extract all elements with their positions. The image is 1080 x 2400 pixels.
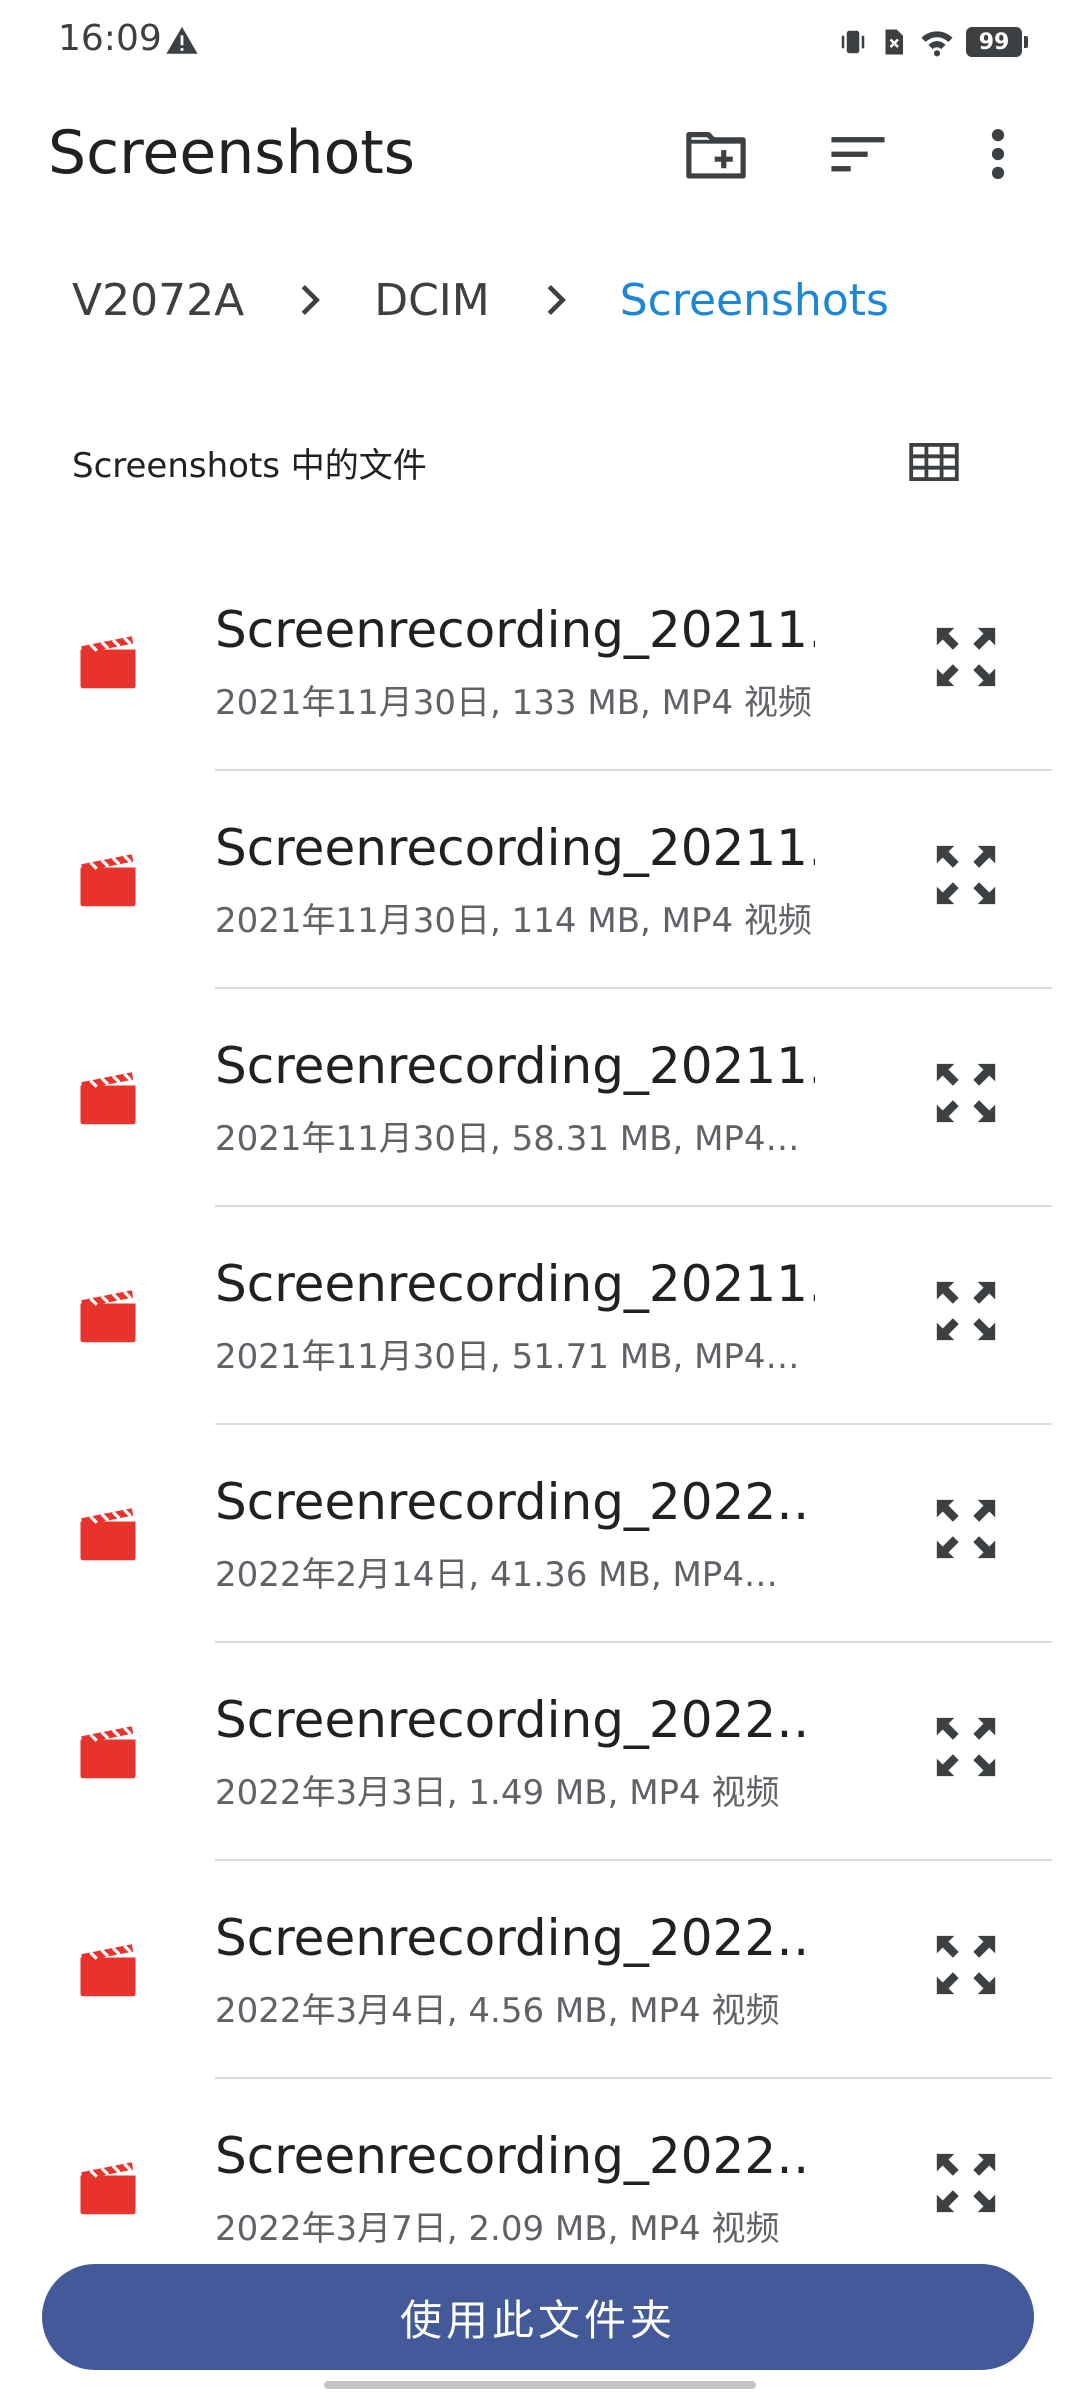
new-folder-icon <box>686 132 746 179</box>
grid-view-icon <box>909 443 959 481</box>
file-row[interactable]: Screenrecording_2022… 2022年3月4日, 4.56 MB,… <box>0 1861 1080 2079</box>
status-icons: 99 <box>838 22 1028 62</box>
file-row[interactable]: Screenrecording_20211… 2021年11月30日, 114 M… <box>0 771 1080 989</box>
expand-icon <box>936 845 996 905</box>
expand-icon <box>936 1935 996 1995</box>
preview-button[interactable] <box>928 619 1004 695</box>
file-details: 2021年11月30日, 51.71 MB, MP4… <box>215 1337 800 1377</box>
file-name: Screenrecording_20211… <box>215 601 815 659</box>
wifi-icon <box>921 31 953 57</box>
file-name: Screenrecording_20211… <box>215 1255 815 1313</box>
preview-button[interactable] <box>928 1055 1004 1131</box>
file-details: 2022年3月7日, 2.09 MB, MP4 视频 <box>215 2209 780 2249</box>
breadcrumb-item-current[interactable]: Screenshots <box>620 275 889 326</box>
home-indicator[interactable] <box>324 2381 756 2389</box>
file-details: 2022年3月3日, 1.49 MB, MP4 视频 <box>215 1773 780 1813</box>
status-bar: 16:09 99 <box>0 0 1080 84</box>
file-row[interactable]: Screenrecording_20211… 2021年11月30日, 133 M… <box>0 553 1080 771</box>
video-file-icon <box>80 1508 136 1561</box>
section-title: Screenshots 中的文件 <box>72 446 427 486</box>
alert-icon <box>166 26 198 54</box>
file-details: 2022年3月4日, 4.56 MB, MP4 视频 <box>215 1991 780 2031</box>
preview-button[interactable] <box>928 2145 1004 2221</box>
file-row[interactable]: Screenrecording_2022… 2022年3月3日, 1.49 MB,… <box>0 1643 1080 1861</box>
no-sim-icon <box>885 29 903 55</box>
breadcrumb-item-dcim[interactable]: DCIM <box>374 275 490 326</box>
use-folder-button[interactable]: 使用此文件夹 <box>42 2264 1034 2370</box>
file-details: 2022年2月14日, 41.36 MB, MP4… <box>215 1555 778 1595</box>
more-vert-icon <box>991 128 1005 180</box>
expand-icon <box>936 1281 996 1341</box>
file-name: Screenrecording_2022… <box>215 2127 815 2185</box>
video-file-icon <box>80 1944 136 1997</box>
more-options-button[interactable] <box>962 118 1034 190</box>
file-name: Screenrecording_2022… <box>215 1691 815 1749</box>
file-row[interactable]: Screenrecording_2022… 2022年2月14日, 41.36 M… <box>0 1425 1080 1643</box>
expand-icon <box>936 2153 996 2213</box>
video-file-icon <box>80 854 136 907</box>
battery-icon: 99 <box>966 27 1028 57</box>
expand-icon <box>936 1499 996 1559</box>
status-time: 16:09 <box>58 18 162 59</box>
file-details: 2021年11月30日, 114 MB, MP4 视频 <box>215 901 812 941</box>
expand-icon <box>936 1717 996 1777</box>
chevron-right-icon <box>301 284 321 316</box>
file-name: Screenrecording_20211… <box>215 1037 815 1095</box>
sort-icon <box>831 137 885 172</box>
video-file-icon <box>80 1072 136 1125</box>
video-file-icon <box>80 636 136 689</box>
new-folder-button[interactable] <box>680 118 752 190</box>
page-title: Screenshots <box>48 118 416 188</box>
battery-level: 99 <box>978 29 1010 55</box>
preview-button[interactable] <box>928 1709 1004 1785</box>
file-name: Screenrecording_2022… <box>215 1473 815 1531</box>
preview-button[interactable] <box>928 1927 1004 2003</box>
chevron-right-icon <box>547 284 566 316</box>
file-name: Screenrecording_2022… <box>215 1909 815 1967</box>
breadcrumb: V2072A DCIM Screenshots <box>72 270 889 330</box>
sort-button[interactable] <box>822 118 894 190</box>
file-name: Screenrecording_20211… <box>215 819 815 877</box>
breadcrumb-item-root[interactable]: V2072A <box>72 275 244 326</box>
video-file-icon <box>80 1290 136 1343</box>
preview-button[interactable] <box>928 1273 1004 1349</box>
vibrate-icon <box>841 30 865 54</box>
file-details: 2021年11月30日, 133 MB, MP4 视频 <box>215 683 812 723</box>
file-list: Screenrecording_20211… 2021年11月30日, 133 M… <box>0 553 1080 2297</box>
view-toggle-button[interactable] <box>904 432 964 492</box>
preview-button[interactable] <box>928 1491 1004 1567</box>
file-row[interactable]: Screenrecording_20211… 2021年11月30日, 51.71… <box>0 1207 1080 1425</box>
video-file-icon <box>80 2162 136 2215</box>
video-file-icon <box>80 1726 136 1779</box>
file-row[interactable]: Screenrecording_20211… 2021年11月30日, 58.31… <box>0 989 1080 1207</box>
preview-button[interactable] <box>928 837 1004 913</box>
expand-icon <box>936 1063 996 1123</box>
expand-icon <box>936 627 996 687</box>
file-details: 2021年11月30日, 58.31 MB, MP4… <box>215 1119 800 1159</box>
